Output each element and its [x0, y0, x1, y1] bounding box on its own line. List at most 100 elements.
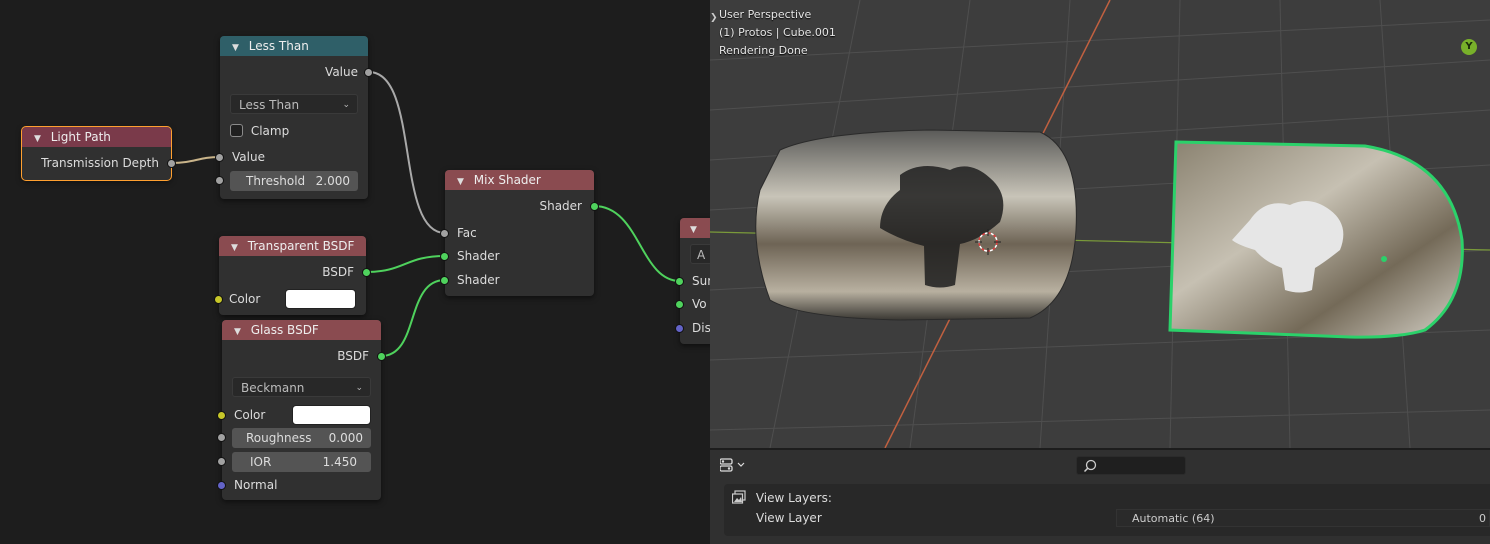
threshold-field[interactable]: Threshold 2.000 [215, 171, 358, 191]
chevron-down-icon: ⌄ [355, 383, 363, 393]
transparent-bsdf-title: Transparent BSDF [247, 239, 355, 253]
surface-label: Sur [692, 274, 710, 288]
glass-bsdf-output: BSDF [222, 346, 386, 366]
mix-shader-header[interactable]: ▼ Mix Shader [445, 170, 594, 190]
viewport-scene[interactable] [710, 0, 1490, 448]
target-dropdown[interactable]: A [690, 244, 710, 264]
operation-value: Less Than [239, 98, 300, 112]
surface-socket[interactable] [675, 277, 684, 286]
threshold-value: 2.000 [315, 174, 350, 188]
node-editor[interactable]: ▼ Less Than Value Less Than ⌄ Clamp Valu… [0, 0, 710, 544]
material-output-header[interactable]: ▼ [680, 218, 710, 238]
collapse-caret-icon[interactable]: ▼ [457, 172, 464, 190]
link-glass-to-shader2 [380, 279, 446, 357]
threshold-socket[interactable] [215, 176, 224, 185]
glass-bsdf-header[interactable]: ▼ Glass BSDF [222, 320, 381, 340]
ior-field[interactable]: IOR 1.450 [217, 452, 371, 472]
color-label: Color [234, 408, 266, 422]
input-socket[interactable] [215, 153, 224, 162]
color-socket[interactable] [214, 295, 223, 304]
glass-bsdf-node[interactable]: ▼ Glass BSDF BSDF Beckmann ⌄ Color Rough… [217, 320, 386, 500]
operation-dropdown[interactable]: Less Than ⌄ [230, 94, 358, 114]
link-mix-to-surface [593, 205, 681, 282]
collapse-caret-icon[interactable]: ▼ [234, 322, 241, 340]
link-value-to-fac [368, 71, 446, 234]
collapse-caret-icon[interactable]: ▼ [690, 220, 697, 238]
view-layer-label: View Layer [756, 511, 822, 525]
surface-row: Sur [675, 271, 710, 291]
mix-shader-node[interactable]: ▼ Mix Shader Shader Fac Shader Shader [440, 170, 599, 296]
shader1-socket[interactable] [440, 252, 449, 261]
render-status: Rendering Done [719, 44, 808, 57]
less-than-output-value: Value [220, 62, 373, 82]
light-path-header[interactable]: ▼ Light Path [22, 127, 171, 147]
output-socket[interactable] [590, 202, 599, 211]
collapse-caret-icon[interactable]: ▼ [34, 129, 41, 147]
clamp-checkbox[interactable] [230, 124, 243, 137]
collapse-caret-icon[interactable]: ▼ [231, 238, 238, 256]
clamp-row[interactable]: Clamp [220, 121, 368, 141]
shader2-row: Shader [440, 270, 594, 290]
chevron-down-icon: ⌄ [342, 100, 350, 110]
chevron-right-icon[interactable]: ❯ [710, 13, 718, 23]
clamp-label: Clamp [250, 124, 290, 138]
input-value-row: Value [215, 147, 368, 167]
fac-socket[interactable] [440, 229, 449, 238]
output-socket[interactable] [377, 352, 386, 361]
trailing-value: 0 [1479, 512, 1486, 525]
light-path-node[interactable]: ▼ Light Path Transmission Depth [21, 126, 176, 181]
output-socket[interactable] [167, 159, 176, 168]
transparent-bsdf-node[interactable]: ▼ Transparent BSDF BSDF Color [214, 236, 371, 315]
output-socket[interactable] [364, 68, 373, 77]
editor-type-button[interactable] [719, 458, 748, 474]
less-than-node[interactable]: ▼ Less Than Value Less Than ⌄ Clamp Valu… [215, 36, 373, 199]
mix-shader-title: Mix Shader [473, 173, 541, 187]
displacement-socket[interactable] [675, 324, 684, 333]
transmission-depth-output: Transmission Depth [22, 153, 176, 173]
samples-value: Automatic (64) [1132, 512, 1215, 525]
view-layers-row: View Layers: [731, 488, 832, 508]
panel-header [710, 450, 1490, 480]
less-than-header[interactable]: ▼ Less Than [220, 36, 368, 56]
view-layers-section: View Layers: View Layer Automatic (64) 0 [724, 484, 1490, 536]
shader-output-label: Shader [539, 199, 582, 213]
roughness-value: 0.000 [328, 431, 363, 445]
shader1-label: Shader [457, 249, 500, 263]
shader1-row: Shader [440, 246, 594, 266]
volume-socket[interactable] [675, 300, 684, 309]
fac-label: Fac [457, 226, 477, 240]
ior-socket[interactable] [217, 457, 226, 466]
color-swatch[interactable] [285, 289, 356, 309]
transparent-bsdf-output: BSDF [219, 262, 371, 282]
view-name: User Perspective [719, 8, 812, 21]
shader2-socket[interactable] [440, 276, 449, 285]
collapse-caret-icon[interactable]: ▼ [232, 38, 239, 56]
color-socket[interactable] [217, 411, 226, 420]
y-axis-gizmo-icon[interactable]: Y [1461, 39, 1477, 55]
output-socket[interactable] [362, 268, 371, 277]
color-label: Color [229, 292, 261, 306]
bsdf-output-label: BSDF [322, 265, 354, 279]
volume-row: Vo [675, 294, 710, 314]
material-output-node[interactable]: ▼ A Sur Vo Dis [675, 218, 710, 344]
roughness-field[interactable]: Roughness 0.000 [217, 428, 371, 448]
ior-label: IOR [250, 455, 272, 469]
roughness-socket[interactable] [217, 433, 226, 442]
input-value-label: Value [232, 150, 265, 164]
properties-panel: View Layers: View Layer Automatic (64) 0 [710, 448, 1490, 544]
shader2-label: Shader [457, 273, 500, 287]
threshold-label: Threshold [246, 174, 306, 188]
link-transmission-to-value [170, 156, 221, 164]
color-swatch[interactable] [292, 405, 371, 425]
volume-label: Vo [692, 297, 707, 311]
distribution-dropdown[interactable]: Beckmann ⌄ [232, 377, 371, 397]
transparent-bsdf-header[interactable]: ▼ Transparent BSDF [219, 236, 366, 256]
normal-socket[interactable] [217, 481, 226, 490]
view-layers-label: View Layers: [755, 491, 832, 505]
mix-shader-output: Shader [445, 196, 599, 216]
object-origin-dot [1381, 256, 1387, 262]
samples-field[interactable]: Automatic (64) 0 [1116, 509, 1490, 527]
3d-viewport[interactable]: ❯ User Perspective (1) Protos | Cube.001… [710, 0, 1490, 448]
search-input[interactable] [1076, 456, 1186, 475]
displacement-row: Dis [675, 318, 710, 338]
